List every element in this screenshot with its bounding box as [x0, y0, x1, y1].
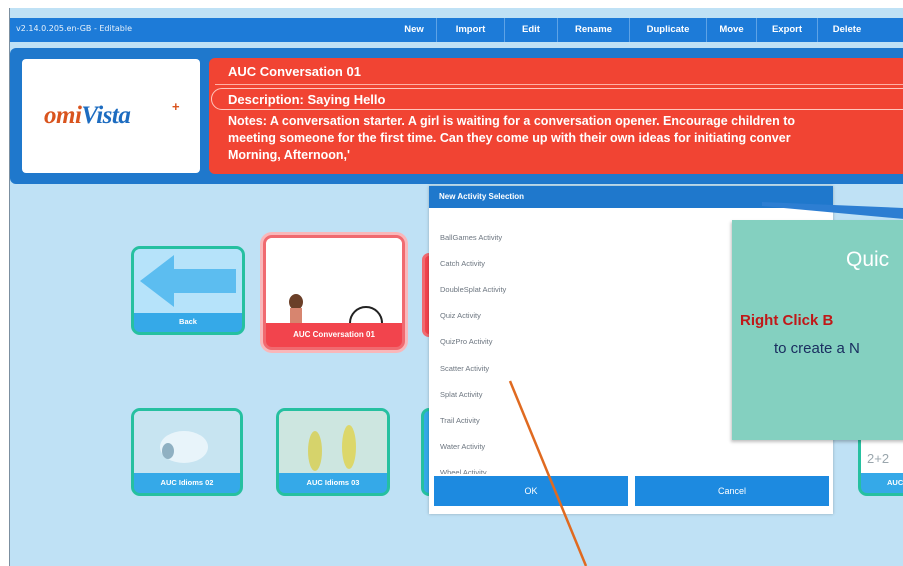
screenshot-canvas: v2.14.0.205.en-GB - Editable New Import …	[0, 0, 903, 566]
annotation-arrow	[508, 380, 588, 566]
callout-pointer	[762, 202, 903, 219]
annotation-overlay	[508, 202, 903, 566]
app-window: v2.14.0.205.en-GB - Editable New Import …	[9, 8, 903, 566]
